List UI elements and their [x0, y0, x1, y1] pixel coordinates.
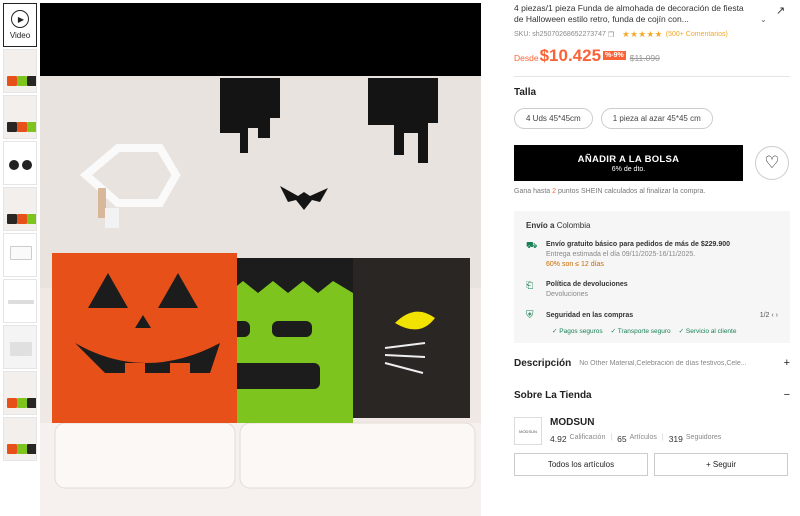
- points-pre: Gana hasta: [514, 188, 551, 195]
- guarantee-item: ✓ Pagos seguros: [552, 328, 603, 335]
- guarantee-item: ✓ Servicio al cliente: [678, 328, 737, 335]
- delivery-estimate: Entrega estimada el día 09/11/2025-16/11…: [546, 251, 696, 258]
- guarantee-list: ✓ Pagos seguros ✓ Transporte seguro ✓ Se…: [526, 327, 778, 335]
- store-articles-label: Artículos: [629, 434, 657, 441]
- minus-icon: −: [783, 389, 790, 401]
- returns-subtitle: Devoluciones: [546, 291, 589, 298]
- chevron-down-icon[interactable]: ⌄: [760, 15, 767, 24]
- store-stats: 4.92 Calificación | 65 Artículos | 319 S…: [550, 434, 722, 444]
- secure-pager[interactable]: 1/2 ‹ ›: [760, 312, 778, 319]
- delivery-percent: 60% son ≤ 12 días: [546, 261, 604, 268]
- size-label: Talla: [514, 87, 537, 98]
- size-option[interactable]: 1 pieza al azar 45*45 cm: [600, 108, 713, 129]
- sku-rating-row: SKU: sh25070268652273747 ❐ ★★★★★ (500+ C…: [514, 29, 794, 40]
- copy-icon[interactable]: ❐: [608, 31, 614, 39]
- thumbnail-image[interactable]: [3, 49, 37, 93]
- shipping-head-label: Envío a: [526, 221, 555, 230]
- shield-icon: ⛨: [526, 310, 534, 321]
- free-shipping-text: Envío gratuito básico para pedidos de má…: [546, 241, 731, 248]
- secure-pager-text: 1/2: [759, 312, 770, 319]
- description-title: Descripción: [514, 357, 572, 369]
- sku-text: SKU: sh25070268652273747: [514, 31, 606, 38]
- divider: [514, 76, 790, 77]
- points-text: Gana hasta 2 puntos SHEIN calculados al …: [514, 188, 794, 195]
- store-followers: 319: [668, 434, 683, 444]
- discount-badge: %-9%: [603, 51, 626, 60]
- description-preview: No Other Material,Celebración de días fe…: [579, 359, 747, 367]
- price-row: Desde $10.425 %-9% $11.090: [514, 46, 794, 66]
- store-followers-label: Seguidores: [685, 434, 722, 441]
- product-title: 4 piezas/1 pieza Funda de almohada de de…: [514, 3, 744, 24]
- thumbnail-image[interactable]: [3, 371, 37, 415]
- points-number: 2: [552, 188, 557, 195]
- add-to-bag-button[interactable]: AÑADIR A LA BOLSA 6% de dto.: [514, 145, 743, 181]
- description-row[interactable]: Descripción No Other Material,Celebració…: [514, 357, 790, 369]
- product-info-panel: 4 piezas/1 pieza Funda de almohada de de…: [514, 0, 794, 476]
- all-articles-button[interactable]: Todos los artículos: [514, 453, 648, 476]
- size-options: 4 Uds 45*45cm 1 pieza al azar 45*45 cm: [514, 108, 794, 129]
- store-rating-label: Calificación: [569, 434, 606, 441]
- rating-stars: ★★★★★: [622, 29, 663, 39]
- store-rating: 4.92: [550, 434, 567, 444]
- thumbnail-image[interactable]: [3, 325, 37, 369]
- wishlist-button[interactable]: ♡: [755, 146, 789, 180]
- store-name[interactable]: MODSUN: [550, 417, 721, 428]
- add-to-bag-discount: 6% de dto.: [611, 165, 646, 173]
- free-shipping-row[interactable]: ⛟ Envío gratuito básico para pedidos de …: [526, 240, 778, 270]
- store-buttons: Todos los artículos + Seguir: [514, 453, 794, 476]
- heart-icon: ♡: [764, 153, 780, 172]
- size-option[interactable]: 4 Uds 45*45cm: [514, 108, 593, 129]
- video-thumbnail[interactable]: ▶ Video: [3, 3, 37, 47]
- play-icon: ▶: [11, 10, 29, 28]
- thumbnail-image[interactable]: [3, 187, 37, 231]
- secure-shopping-row[interactable]: ⛨ Seguridad en las compras 1/2 ‹ ›: [526, 310, 778, 321]
- store-info: MODSUN MODSUN 4.92 Calificación | 65 Art…: [514, 417, 794, 445]
- plus-icon: +: [783, 357, 790, 369]
- points-post: puntos SHEIN calculados al finalizar la …: [558, 188, 706, 195]
- video-label: Video: [9, 31, 31, 40]
- original-price: $11.090: [629, 53, 660, 63]
- main-product-image[interactable]: [40, 3, 481, 516]
- truck-icon: ⛟: [526, 240, 538, 250]
- guarantee-item: ✓ Transporte seguro: [610, 328, 671, 335]
- thumbnail-image[interactable]: [3, 141, 37, 185]
- store-logo[interactable]: MODSUN: [514, 417, 542, 445]
- shipping-box: Envío a Colombia ⛟ Envío gratuito básico…: [514, 211, 790, 343]
- thumbnail-strip: ▶ Video: [3, 3, 37, 463]
- follow-button[interactable]: + Seguir: [654, 453, 788, 476]
- store-section-title: Sobre La Tienda: [514, 389, 592, 401]
- current-price: $10.425: [539, 46, 602, 65]
- store-articles: 65: [617, 434, 627, 444]
- thumbnail-image[interactable]: [3, 417, 37, 461]
- return-icon: ⎗: [526, 280, 534, 290]
- cart-row: AÑADIR A LA BOLSA 6% de dto. ♡: [514, 145, 794, 181]
- shipping-destination[interactable]: Envío a Colombia: [526, 221, 778, 230]
- thumbnail-image[interactable]: [3, 95, 37, 139]
- thumbnail-image[interactable]: [3, 279, 37, 323]
- price-prefix: Desde: [514, 53, 539, 63]
- add-to-bag-label: AÑADIR A LA BOLSA: [577, 153, 680, 165]
- returns-title: Política de devoluciones: [546, 281, 628, 288]
- share-icon[interactable]: ↗: [776, 4, 785, 17]
- shipping-country: Colombia: [556, 221, 591, 230]
- returns-row[interactable]: ⎗ Política de devoluciones Devoluciones: [526, 280, 778, 300]
- thumbnail-image[interactable]: [3, 233, 37, 277]
- reviews-link[interactable]: (500+ Comentarios): [666, 31, 728, 38]
- store-section-header[interactable]: Sobre La Tienda −: [514, 389, 790, 401]
- secure-title: Seguridad en las compras: [546, 312, 634, 319]
